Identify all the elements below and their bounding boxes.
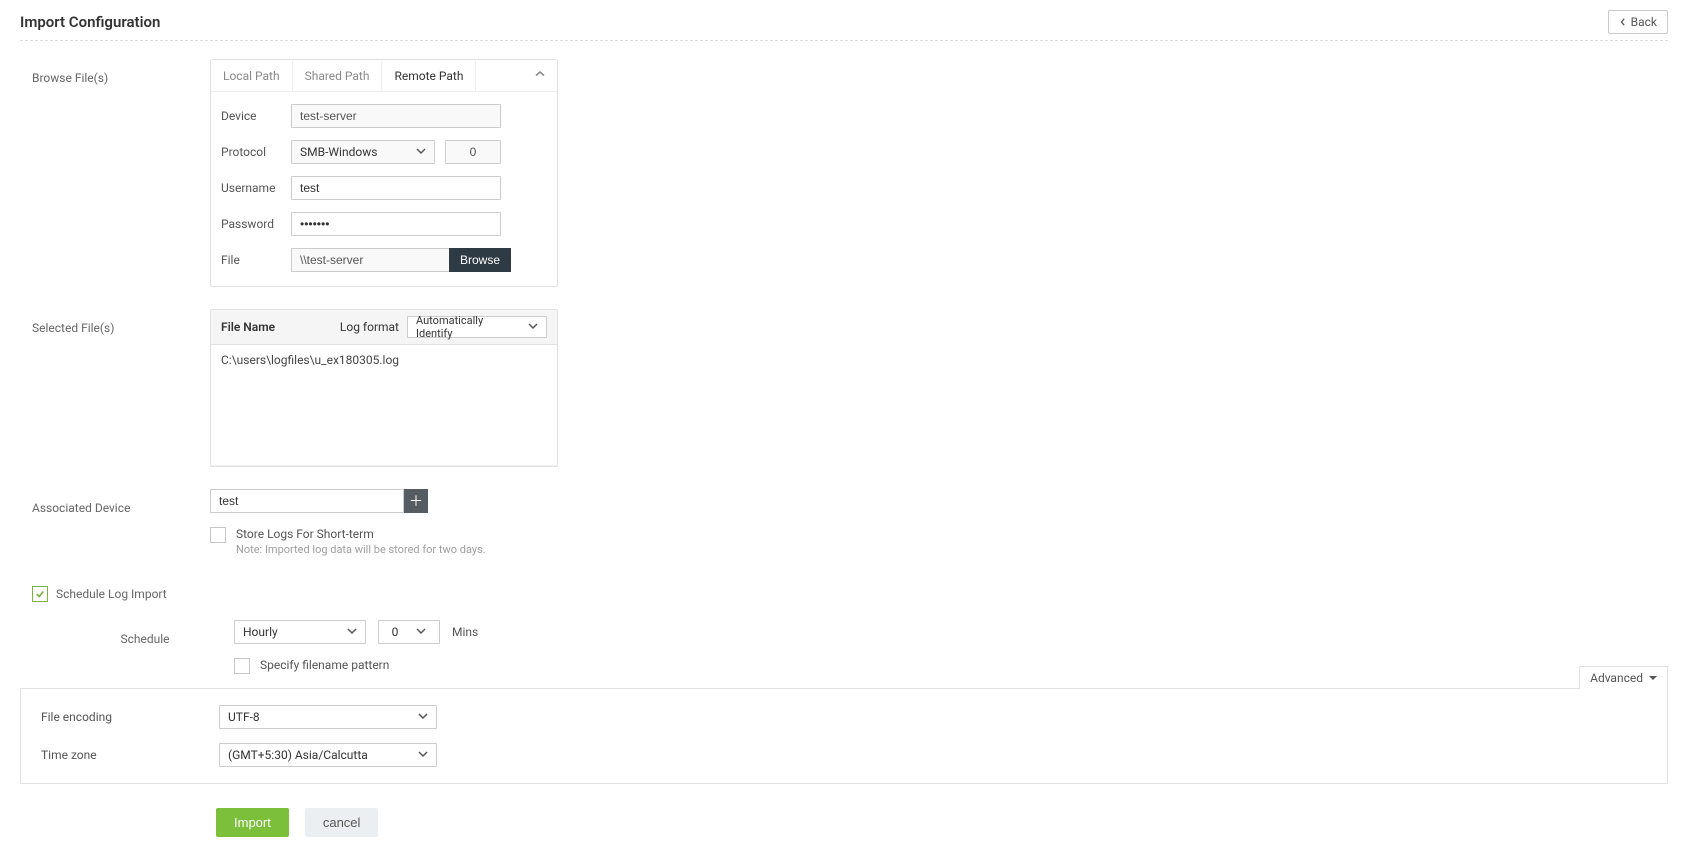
advanced-label: Advanced: [1590, 671, 1643, 685]
password-label: Password: [221, 217, 291, 231]
store-logs-note: Note: Imported log data will be stored f…: [236, 543, 486, 556]
log-format-select[interactable]: Automatically Identify: [407, 316, 547, 338]
protocol-label: Protocol: [221, 145, 291, 159]
store-logs-label: Store Logs For Short-term: [236, 527, 486, 541]
protocol-port-input[interactable]: [445, 140, 501, 164]
chevron-down-icon: [347, 625, 357, 639]
caret-down-icon: [1649, 671, 1657, 685]
cancel-button[interactable]: cancel: [305, 808, 379, 837]
filename-pattern-checkbox[interactable]: [234, 658, 250, 674]
chevron-down-icon: [528, 321, 538, 334]
log-format-label: Log format: [340, 320, 399, 334]
associated-device-label: Associated Device: [32, 489, 210, 515]
tab-shared-path[interactable]: Shared Path: [293, 61, 383, 91]
device-label: Device: [221, 109, 291, 123]
device-input[interactable]: [291, 104, 501, 128]
file-encoding-select[interactable]: UTF-8: [219, 705, 437, 729]
tab-remote-path[interactable]: Remote Path: [382, 61, 476, 91]
time-zone-select[interactable]: (GMT+5:30) Asia/Calcutta: [219, 743, 437, 767]
file-name-header: File Name: [221, 320, 275, 334]
chevron-down-icon: [416, 145, 426, 159]
username-input[interactable]: [291, 176, 501, 200]
browse-files-label: Browse File(s): [32, 59, 210, 85]
tab-local-path[interactable]: Local Path: [211, 61, 293, 91]
chevron-left-icon: [1619, 15, 1627, 29]
collapse-icon[interactable]: [523, 60, 557, 91]
browse-button[interactable]: Browse: [449, 248, 511, 272]
schedule-frequency-select[interactable]: Hourly: [234, 620, 366, 644]
advanced-toggle[interactable]: Advanced: [1579, 666, 1668, 689]
schedule-minutes-select[interactable]: 0: [378, 620, 440, 644]
time-zone-label: Time zone: [41, 748, 219, 762]
schedule-frequency-value: Hourly: [243, 625, 278, 639]
file-encoding-label: File encoding: [41, 710, 219, 724]
back-label: Back: [1631, 15, 1657, 29]
chevron-down-icon: [418, 710, 428, 724]
mins-label: Mins: [452, 625, 478, 639]
selected-files-label: Selected File(s): [32, 309, 210, 335]
add-device-button[interactable]: ＋: [404, 489, 428, 513]
file-path-input[interactable]: [291, 248, 449, 272]
protocol-select[interactable]: SMB-Windows: [291, 140, 435, 164]
schedule-minutes-value: 0: [392, 625, 399, 639]
browse-box: Local Path Shared Path Remote Path Devic…: [210, 59, 558, 287]
plus-icon: ＋: [409, 491, 423, 511]
back-button[interactable]: Back: [1608, 10, 1668, 34]
list-item: C:\users\logfiles\u_ex180305.log: [221, 353, 547, 367]
password-input[interactable]: [291, 212, 501, 236]
username-label: Username: [221, 181, 291, 195]
chevron-down-icon: [418, 748, 428, 762]
store-logs-checkbox[interactable]: [210, 527, 226, 543]
schedule-label: Schedule: [32, 620, 234, 646]
log-format-value: Automatically Identify: [416, 314, 520, 340]
page-title: Import Configuration: [20, 13, 160, 31]
filename-pattern-label: Specify filename pattern: [260, 658, 389, 672]
time-zone-value: (GMT+5:30) Asia/Calcutta: [228, 748, 368, 762]
associated-device-input[interactable]: [210, 489, 404, 513]
schedule-log-import-checkbox[interactable]: [32, 586, 48, 602]
file-encoding-value: UTF-8: [228, 710, 260, 724]
advanced-panel: File encoding UTF-8 Time zone (GMT+5:30)…: [20, 688, 1668, 784]
import-button[interactable]: Import: [216, 808, 289, 837]
selected-files-box: File Name Log format Automatically Ident…: [210, 309, 558, 467]
protocol-value: SMB-Windows: [300, 145, 377, 159]
file-label: File: [221, 253, 291, 267]
schedule-log-import-label: Schedule Log Import: [56, 587, 167, 601]
chevron-down-icon: [416, 625, 426, 639]
